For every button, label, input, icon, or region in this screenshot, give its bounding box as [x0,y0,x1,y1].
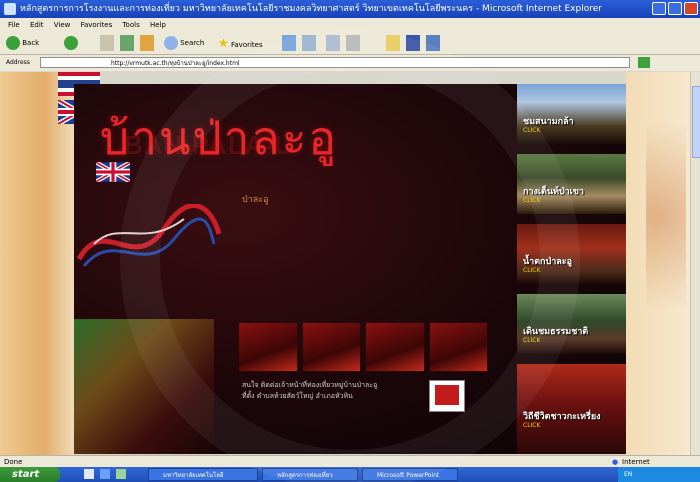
web-page: BAN PALA-U บ้านป่าละอู ป่าละอู สนใจ ติดต… [74,84,626,454]
menu-bar: File Edit View Favorites Tools Help [0,18,700,32]
side-menu-label: ชมสนามกล้า [523,117,574,127]
side-menu-sub: CLICK [523,422,541,429]
maximize-button[interactable] [668,2,682,15]
window-titlebar: หลักสูตรการการโรงงานและการท่องเที่ยว มหา… [0,0,700,18]
search-icon [164,36,178,50]
side-menu-sub: CLICK [523,267,541,274]
side-menu-item-3[interactable]: น้ำตกป่าละอู CLICK [517,224,626,284]
minimize-button[interactable] [652,2,666,15]
favorites-button[interactable]: ★ Favorites [218,35,263,51]
address-bar: Address http://vrmutk.ac.th/ทุ่งบ้านป่าล… [0,55,700,71]
taskbar: start มหาวิทยาลัยเทคโนโลยี หลักสูตรการท่… [0,467,700,482]
taskbar-item-2[interactable]: หลักสูตรการท่องเที่ยว [262,468,358,481]
print-icon[interactable] [346,35,360,51]
back-button[interactable]: Back [6,35,39,51]
photo-villagers [74,319,214,454]
mail-icon[interactable] [326,35,340,51]
folder-icon[interactable] [386,35,400,51]
quicklaunch-ie-icon[interactable] [100,469,110,479]
home-icon[interactable] [140,35,154,51]
menu-favorites[interactable]: Favorites [81,21,113,29]
photo-3 [365,322,425,372]
tray-language[interactable]: EN [624,471,632,478]
subnav-link[interactable]: ป่าละอู [242,192,269,206]
forward-arrow-icon [64,36,78,50]
address-label: Address [6,59,30,66]
photo-strip [238,322,488,372]
side-menu-item-2[interactable]: กางเต็นท์ป่าเขา CLICK [517,154,626,214]
tools-icon[interactable] [426,35,440,51]
forward-button[interactable] [64,35,78,51]
side-menu-label: วิถีชีวิตชาวกะเหรี่ยง [523,412,601,422]
photo-1 [238,322,298,372]
history-icon[interactable] [302,35,316,51]
side-menu-sub: CLICK [523,337,541,344]
background-left [0,72,74,455]
site-heading: บ้านป่าละอู [100,111,339,165]
menu-file[interactable]: File [8,21,20,29]
side-menu-item-4[interactable]: เดินชมธรรมชาติ CLICK [517,294,626,354]
menu-edit[interactable]: Edit [30,21,44,29]
media-icon[interactable] [282,35,296,51]
menu-tools[interactable]: Tools [122,21,139,29]
background-right [626,72,700,455]
start-button[interactable]: start [0,467,60,482]
go-button[interactable] [638,57,650,68]
decorative-ribbon [76,204,222,267]
photo-2 [301,322,361,372]
uk-flag-small-icon[interactable] [96,162,130,182]
menu-view[interactable]: View [54,21,71,29]
side-menu-item-5[interactable]: วิถีชีวิตชาวกะเหรี่ยง CLICK [517,364,626,454]
quicklaunch-media-icon[interactable] [116,469,126,479]
refresh-icon[interactable] [120,35,134,51]
side-menu-label: กางเต็นท์ป่าเขา [523,187,584,197]
side-menu-sub: CLICK [523,197,541,204]
side-menu: ชมสนามกล้า CLICK กางเต็นท์ป่าเขา CLICK น… [517,84,626,454]
quicklaunch-desktop-icon[interactable] [84,469,94,479]
toolbar: Back Search ★ Favorites [0,32,700,55]
side-menu-item-1[interactable]: ชมสนามกล้า CLICK [517,84,626,144]
back-label: Back [22,39,40,47]
side-menu-label: น้ำตกป่าละอู [523,257,573,267]
contact-line-1: สนใจ ติดต่อเจ้าหน้าที่ท่องเที่ยวหมู่บ้าน… [242,381,378,389]
vertical-scrollbar[interactable] [690,72,700,455]
scroll-thumb[interactable] [692,86,700,158]
ie-icon [4,3,16,15]
contact-info: สนใจ ติดต่อเจ้าหน้าที่ท่องเที่ยวหมู่บ้าน… [242,380,377,402]
contact-line-2: ที่ตั้ง ตำบลห้วยสัตว์ใหญ่ อำเภอหัวหิน [242,392,353,400]
side-menu-label: เดินชมธรรมชาติ [523,327,589,337]
favorites-label: Favorites [231,41,263,49]
photo-4 [428,322,488,372]
close-button[interactable] [684,2,698,15]
side-menu-sub: CLICK [523,127,541,134]
stop-icon[interactable] [100,35,114,51]
back-arrow-icon [6,36,20,50]
menu-help[interactable]: Help [150,21,166,29]
university-logo [429,380,465,412]
taskbar-item-3[interactable]: Microsoft PowerPoint [362,468,458,481]
search-button[interactable]: Search [164,35,204,51]
star-icon: ★ [218,36,229,50]
messenger-icon[interactable] [406,35,420,51]
address-input[interactable]: http://vrmutk.ac.th/ทุ่งบ้านป่าละอู/inde… [40,57,630,68]
window-title: หลักสูตรการการโรงงานและการท่องเที่ยว มหา… [20,4,602,14]
search-label: Search [180,39,205,47]
system-tray: EN [618,467,700,482]
taskbar-item-1[interactable]: มหาวิทยาลัยเทคโนโลยี [148,468,258,481]
